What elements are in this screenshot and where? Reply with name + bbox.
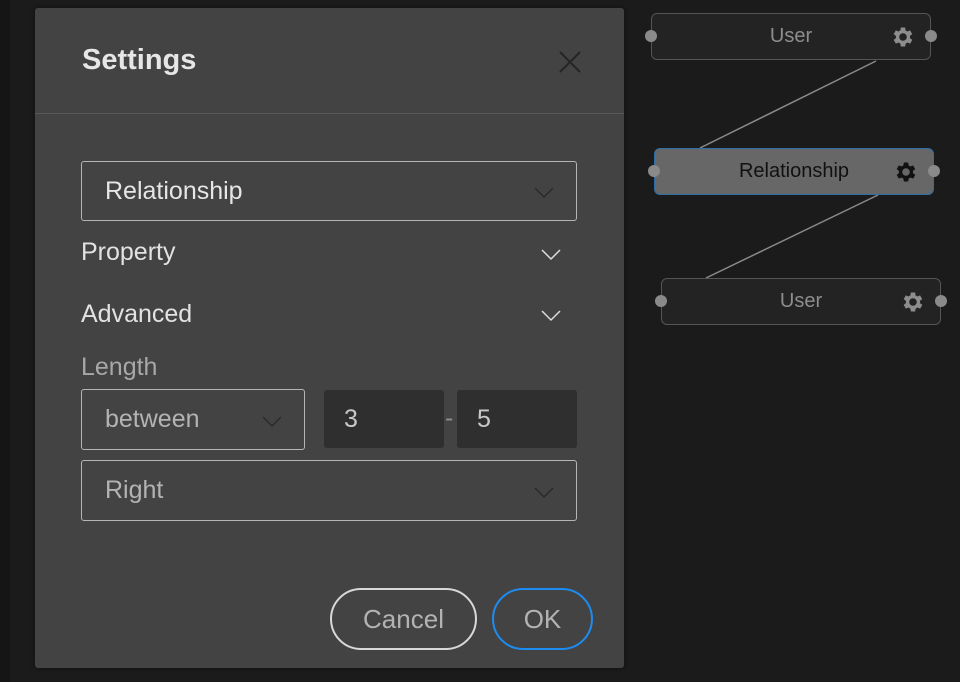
dialog-title: Settings — [82, 44, 197, 76]
output-port[interactable] — [925, 30, 937, 42]
direction-select-value: Right — [105, 476, 164, 504]
edge-user-to-relationship — [699, 60, 877, 149]
direction-select[interactable]: Right — [81, 460, 577, 521]
chevron-down-icon[interactable] — [541, 310, 561, 322]
length-min-input[interactable]: 3 — [324, 390, 444, 448]
length-operator-select[interactable]: between — [81, 389, 305, 450]
chevron-down-icon — [262, 416, 282, 428]
input-port[interactable] — [648, 165, 660, 177]
cancel-button[interactable]: Cancel — [330, 588, 477, 650]
input-port[interactable] — [645, 30, 657, 42]
chevron-down-icon — [534, 487, 554, 499]
output-port[interactable] — [935, 295, 947, 307]
type-select-value: Relationship — [105, 176, 243, 205]
gear-icon[interactable] — [893, 159, 919, 185]
left-edge-strip — [0, 0, 10, 682]
gear-icon[interactable] — [890, 24, 916, 50]
dialog-header: Settings — [35, 8, 624, 114]
edge-relationship-to-user — [705, 194, 879, 279]
section-property-label: Property — [81, 238, 176, 266]
graph-node-user-bottom[interactable]: User — [655, 278, 947, 325]
length-max-input[interactable]: 5 — [457, 390, 577, 448]
section-advanced-label: Advanced — [81, 300, 193, 328]
node-label: User — [769, 25, 813, 47]
type-select[interactable]: Relationship — [81, 161, 577, 221]
graph-canvas[interactable]: User Relationship User — [630, 0, 960, 682]
graph-node-user-top[interactable]: User — [645, 13, 937, 60]
range-separator: - — [445, 404, 454, 432]
chevron-down-icon — [534, 187, 554, 199]
node-label: Relationship — [738, 160, 850, 182]
gear-icon[interactable] — [900, 289, 926, 315]
chevron-down-icon[interactable] — [541, 249, 561, 261]
settings-dialog: Settings Relationship Property Advanced … — [35, 8, 624, 668]
length-label: Length — [81, 353, 158, 381]
output-port[interactable] — [928, 165, 940, 177]
ok-button[interactable]: OK — [492, 588, 593, 650]
graph-node-relationship[interactable]: Relationship — [648, 148, 940, 195]
length-operator-value: between — [105, 405, 200, 433]
node-label: User — [779, 290, 823, 312]
close-x-icon[interactable] — [558, 50, 582, 74]
input-port[interactable] — [655, 295, 667, 307]
